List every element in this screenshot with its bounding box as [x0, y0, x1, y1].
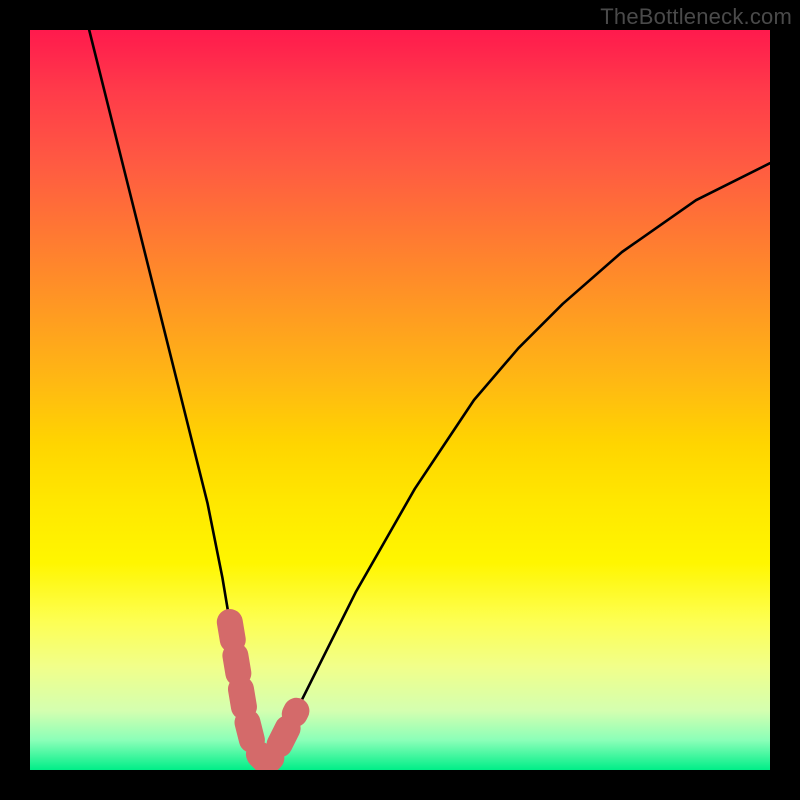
- watermark-text: TheBottleneck.com: [600, 4, 792, 30]
- chart-frame: TheBottleneck.com: [0, 0, 800, 800]
- plot-area: [30, 30, 770, 770]
- selected-range-marker: [30, 30, 770, 770]
